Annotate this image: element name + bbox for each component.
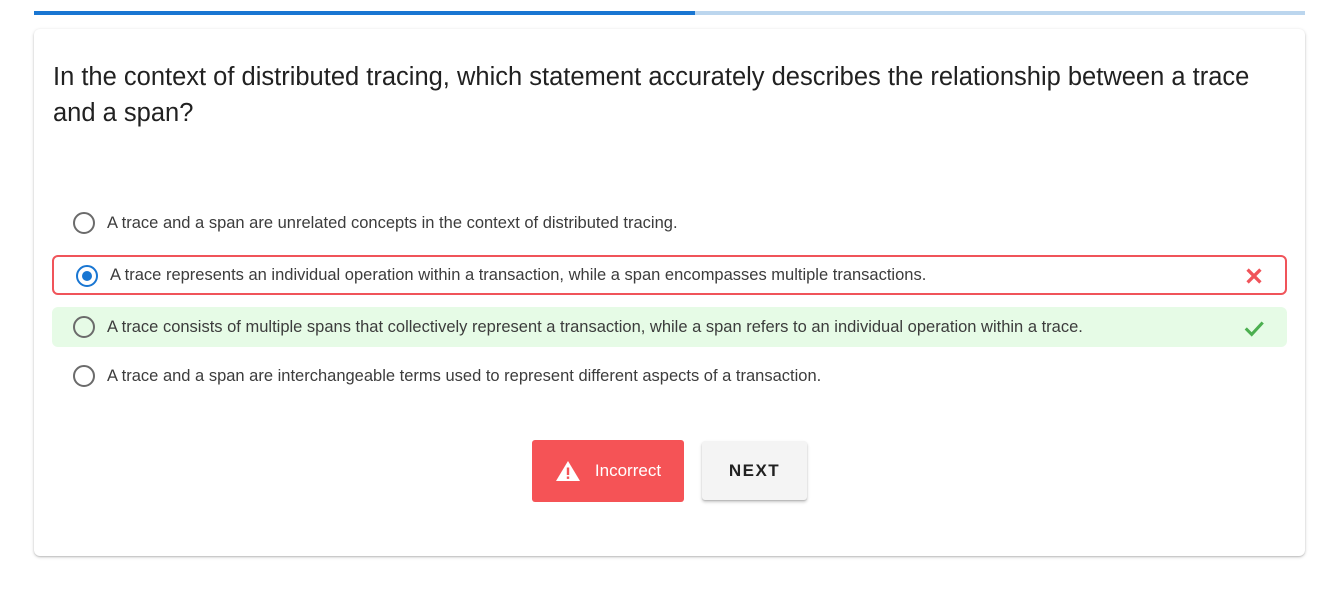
progress-bar-fill [34,11,695,15]
answer-option[interactable]: A trace and a span are interchangeable t… [52,356,1287,396]
question-text: In the context of distributed tracing, w… [53,63,1250,127]
radio-selected-dot [82,271,92,281]
check-icon [1244,321,1264,337]
incorrect-result-button[interactable]: Incorrect [532,440,684,502]
answer-option-label: A trace represents an individual operati… [110,266,927,284]
radio-button[interactable] [73,365,95,387]
answer-option-selected-incorrect[interactable]: A trace represents an individual operati… [52,255,1287,295]
close-icon [1246,268,1262,284]
radio-button[interactable] [73,316,95,338]
answer-option-label: A trace and a span are unrelated concept… [107,214,678,232]
answer-option[interactable]: A trace and a span are unrelated concept… [52,203,1287,243]
next-button[interactable]: NEXT [702,441,807,500]
answer-option-label: A trace and a span are interchangeable t… [107,367,822,385]
incorrect-result-label: Incorrect [594,461,662,480]
radio-button[interactable] [73,212,95,234]
answer-option-correct[interactable]: A trace consists of multiple spans that … [52,307,1287,347]
answer-option-label: A trace consists of multiple spans that … [107,318,1083,336]
radio-button-selected[interactable] [76,265,98,287]
question-card: In the context of distributed tracing, w… [34,29,1305,556]
progress-bar [34,11,1305,15]
warning-icon [555,461,580,481]
